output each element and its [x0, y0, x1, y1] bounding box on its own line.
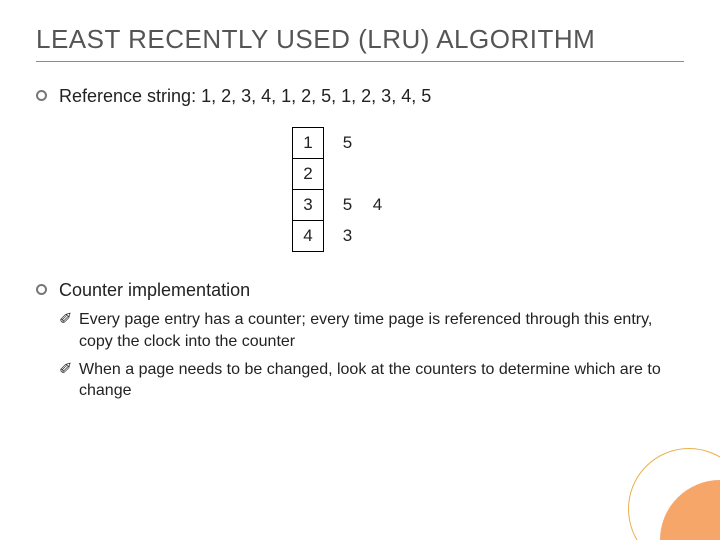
table-row: 4 3 [293, 221, 393, 252]
frame-table: 1 5 2 3 5 4 4 3 [292, 127, 393, 252]
page-title: LEAST RECENTLY USED (LRU) ALGORITHM [36, 24, 684, 55]
replacement-cell: 4 [363, 190, 393, 221]
replacement-cell: 5 [333, 128, 363, 159]
table-row: 3 5 4 [293, 190, 393, 221]
bullet-reference-string: Reference string: 1, 2, 3, 4, 1, 2, 5, 1… [36, 84, 684, 109]
script-bullet-icon: ✐ [59, 359, 79, 381]
lru-frame-table: 1 5 2 3 5 4 4 3 [292, 127, 684, 252]
frame-cell: 3 [293, 190, 324, 221]
bullet-text: Reference string: 1, 2, 3, 4, 1, 2, 5, 1… [59, 84, 431, 109]
sub-text: Every page entry has a counter; every ti… [79, 311, 652, 350]
frame-cell: 1 [293, 128, 324, 159]
ring-bullet-icon [36, 90, 47, 101]
replacement-cell: 3 [333, 221, 363, 252]
sub-bullet-list: ✐Every page entry has a counter; every t… [59, 309, 684, 401]
ring-bullet-icon [36, 284, 47, 295]
decorative-corner [600, 420, 720, 540]
table-row: 2 [293, 159, 393, 190]
sub-text: When a page needs to be changed, look at… [79, 361, 661, 400]
script-bullet-icon: ✐ [59, 309, 79, 331]
list-item: ✐Every page entry has a counter; every t… [59, 309, 684, 352]
title-rule [36, 61, 684, 62]
list-item: ✐When a page needs to be changed, look a… [59, 359, 684, 402]
bullet-text: Counter implementation [59, 278, 684, 303]
frame-cell: 4 [293, 221, 324, 252]
table-row: 1 5 [293, 128, 393, 159]
frame-cell: 2 [293, 159, 324, 190]
replacement-cell: 5 [333, 190, 363, 221]
bullet-counter-impl: Counter implementation ✐Every page entry… [36, 278, 684, 408]
